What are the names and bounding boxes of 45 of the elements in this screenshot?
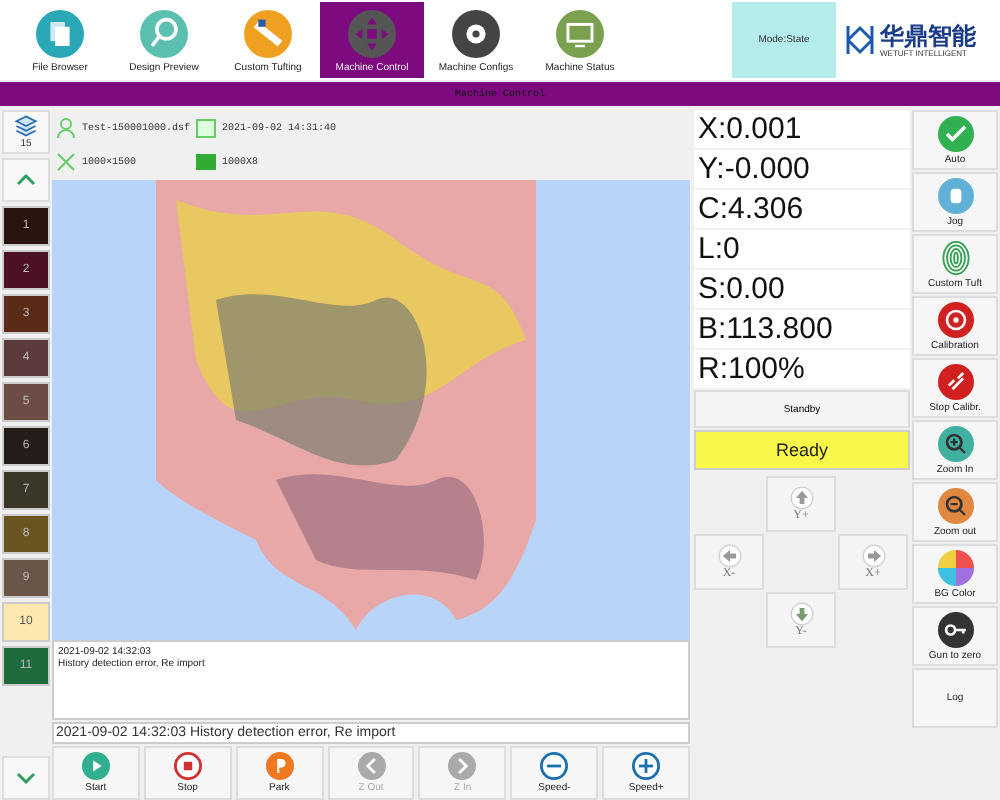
coordinate-readout: C:4.306 — [694, 190, 910, 228]
coordinate-readout: R:100% — [694, 350, 910, 388]
resize-icon — [56, 152, 76, 173]
layers-icon — [14, 114, 38, 138]
stop-icon — [173, 752, 202, 780]
target-icon — [937, 301, 973, 337]
coordinate-readout: L:0 — [694, 230, 910, 268]
key-icon — [937, 611, 973, 647]
parking-icon — [265, 752, 294, 780]
zoom-out-icon — [937, 487, 973, 523]
coordinate-readout: B:113.800 — [694, 310, 910, 348]
person-icon — [56, 117, 76, 138]
arrow-right-icon — [861, 544, 885, 568]
hand-icon — [937, 177, 973, 213]
documents-icon — [36, 10, 84, 58]
chevron-right-icon — [448, 752, 477, 780]
logo-icon — [846, 24, 874, 56]
arrow-up-icon — [789, 486, 813, 510]
coordinate-readout: X:0.001 — [694, 110, 910, 148]
minus-icon — [540, 752, 569, 780]
tool-icon — [244, 10, 292, 58]
chevron-up-icon — [16, 174, 36, 186]
broken-link-icon — [937, 363, 973, 399]
chip-icon — [196, 152, 216, 173]
chevron-left-icon — [357, 752, 385, 780]
calendar-icon — [196, 117, 216, 138]
color-wheel-icon — [937, 549, 973, 585]
chevron-down-icon — [16, 772, 36, 784]
scroll-up-button[interactable] — [2, 158, 50, 202]
ready-status: Ready — [694, 430, 910, 470]
coordinate-readout: S:0.00 — [694, 270, 910, 308]
logo-text: 华鼎智能 — [880, 23, 976, 47]
direction-pad-icon — [348, 10, 396, 58]
settings-icon — [452, 10, 500, 58]
checkmark-icon — [937, 115, 973, 151]
fingerprint-icon — [937, 239, 973, 275]
coordinate-readout: Y:-0.000 — [694, 150, 910, 188]
scroll-down-button[interactable] — [2, 756, 50, 800]
search-icon — [140, 10, 188, 58]
arrow-down-icon — [789, 602, 813, 626]
zoom-in-icon — [937, 425, 973, 461]
arrow-left-icon — [717, 544, 741, 568]
plus-icon — [632, 752, 661, 780]
monitor-icon — [556, 10, 604, 58]
play-icon — [81, 752, 110, 780]
